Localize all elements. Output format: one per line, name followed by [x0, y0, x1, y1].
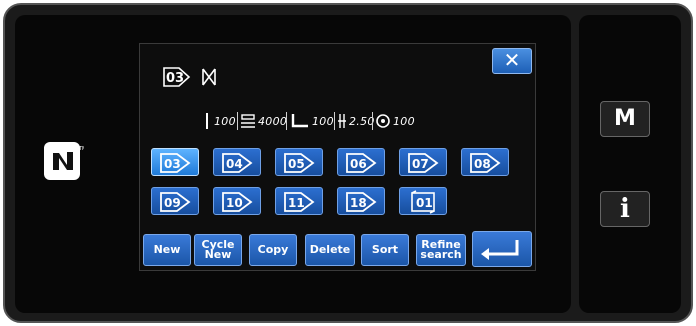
new-button[interactable]: New: [143, 234, 191, 266]
sort-button[interactable]: Sort: [361, 234, 409, 266]
cycle-pattern-code: 01: [416, 196, 433, 210]
pattern-03-icon: 03: [160, 153, 191, 173]
pattern-button-03[interactable]: 03: [151, 148, 199, 176]
pattern-button-18[interactable]: 18: [337, 187, 385, 215]
delete-label: Delete: [309, 243, 351, 256]
pattern-11-icon: 11: [284, 192, 315, 212]
separator: [372, 112, 373, 130]
pattern-code: 11: [288, 196, 305, 210]
pattern-code: 07: [412, 157, 429, 171]
pattern-button-09[interactable]: 09: [151, 187, 199, 215]
pattern-10-icon: 10: [222, 192, 253, 212]
copy-label: Copy: [257, 243, 289, 256]
pattern-09-icon: 09: [160, 192, 191, 212]
info-button[interactable]: i: [600, 191, 650, 227]
presser-value: 100: [312, 114, 334, 128]
pattern-code: 10: [226, 196, 243, 210]
nfc-icon: TM: [44, 142, 84, 180]
sort-label: Sort: [371, 243, 399, 256]
pattern-code: 03: [164, 157, 181, 171]
tension-icon: [376, 114, 390, 128]
copy-button[interactable]: Copy: [249, 234, 297, 266]
pattern-button-04[interactable]: 04: [213, 148, 261, 176]
pattern-button-05[interactable]: 05: [275, 148, 323, 176]
pattern-button-06[interactable]: 06: [337, 148, 385, 176]
speed-value: 4000: [258, 114, 288, 128]
pattern-code: 05: [288, 157, 305, 171]
new-label: New: [153, 243, 181, 256]
pattern-07-icon: 07: [408, 153, 439, 173]
enter-icon: [481, 240, 519, 260]
cycle-pattern-button-01[interactable]: 01: [399, 187, 447, 215]
presser-foot-icon: [291, 114, 308, 128]
pattern-code: 18: [350, 196, 367, 210]
pitch-icon: [338, 114, 346, 128]
refine-label-2: search: [420, 248, 462, 261]
side-panel: [579, 15, 681, 313]
pitch-param: 2.50: [337, 110, 375, 132]
refine-search-button[interactable]: Refine search: [416, 234, 466, 266]
pitch-value: 2.50: [349, 114, 375, 128]
pattern-code: 08: [474, 157, 491, 171]
presser-param: 100: [290, 110, 334, 132]
delete-button[interactable]: Delete: [305, 234, 355, 266]
speed-param: 4000: [240, 110, 287, 132]
pattern-button-10[interactable]: 10: [213, 187, 261, 215]
separator: [286, 112, 287, 130]
svg-text:TM: TM: [78, 146, 84, 152]
bobbin-icon: [202, 68, 216, 86]
separator: [237, 112, 238, 130]
stitch-count-value: 100: [214, 114, 236, 128]
cycle-new-label-2: New: [204, 248, 232, 261]
tension-value: 100: [393, 114, 415, 128]
pattern-button-11[interactable]: 11: [275, 187, 323, 215]
pattern-list-screen: ✕ 03 100 4000 100 2.50 100 03 04 05 06 0…: [139, 43, 536, 271]
pattern-04-icon: 04: [222, 153, 253, 173]
current-pattern-icon: 03: [163, 67, 191, 87]
pattern-05-icon: 05: [284, 153, 315, 173]
needle-icon: [206, 113, 208, 129]
separator: [334, 112, 335, 130]
pattern-06-icon: 06: [346, 153, 377, 173]
pattern-08-icon: 08: [470, 153, 501, 173]
mode-button[interactable]: M: [600, 101, 650, 137]
pattern-button-08[interactable]: 08: [461, 148, 509, 176]
speed-icon: [241, 114, 255, 128]
pattern-code: 09: [164, 196, 181, 210]
stitch-count-param: 100: [202, 110, 236, 132]
pattern-18-icon: 18: [346, 192, 377, 212]
enter-button[interactable]: [472, 231, 532, 267]
tension-param: 100: [375, 110, 415, 132]
current-pattern-code: 03: [166, 71, 184, 86]
pattern-button-07[interactable]: 07: [399, 148, 447, 176]
cycle-new-button[interactable]: Cycle New: [194, 234, 242, 266]
pattern-code: 04: [226, 157, 243, 171]
pattern-code: 06: [350, 157, 367, 171]
cycle-pattern-icon: 01: [411, 190, 435, 214]
close-button[interactable]: ✕: [492, 48, 532, 74]
